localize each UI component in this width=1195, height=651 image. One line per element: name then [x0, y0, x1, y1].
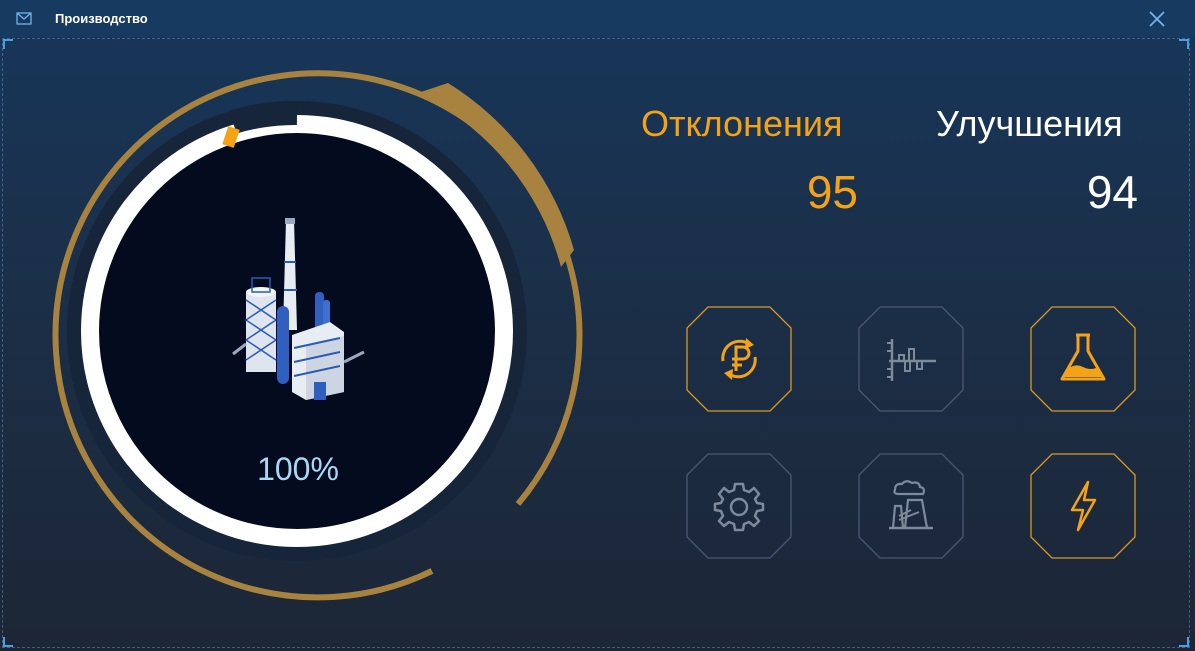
flask-icon [1060, 333, 1106, 381]
gear-icon [713, 482, 765, 532]
close-icon[interactable] [1146, 8, 1168, 30]
improvements-value: 94 [1086, 166, 1138, 218]
chart-icon [887, 339, 936, 381]
improvements-label: Улучшения [936, 103, 1123, 144]
progress-marker [222, 126, 240, 148]
lab-tile[interactable] [1030, 306, 1136, 412]
deviations-label: Отклонения [641, 103, 843, 144]
title-bar: Производство [0, 0, 1195, 37]
ecology-tile[interactable] [858, 453, 964, 559]
factory-icon [889, 480, 933, 530]
window-title: Производство [55, 11, 148, 26]
progress-percent: 100% [257, 451, 339, 487]
settings-tile[interactable] [686, 453, 792, 559]
chart-tile[interactable] [858, 306, 964, 412]
energy-tile[interactable] [1030, 453, 1136, 559]
deviations-value: 95 [806, 166, 858, 218]
production-window: Производство 100% Отклонения Улучшения 9… [0, 0, 1195, 651]
lightning-icon [1070, 480, 1097, 532]
progress-dial [52, 70, 583, 601]
finance-tile[interactable] [686, 306, 792, 412]
mail-icon [16, 12, 32, 25]
ruble-exchange-icon [721, 338, 757, 380]
